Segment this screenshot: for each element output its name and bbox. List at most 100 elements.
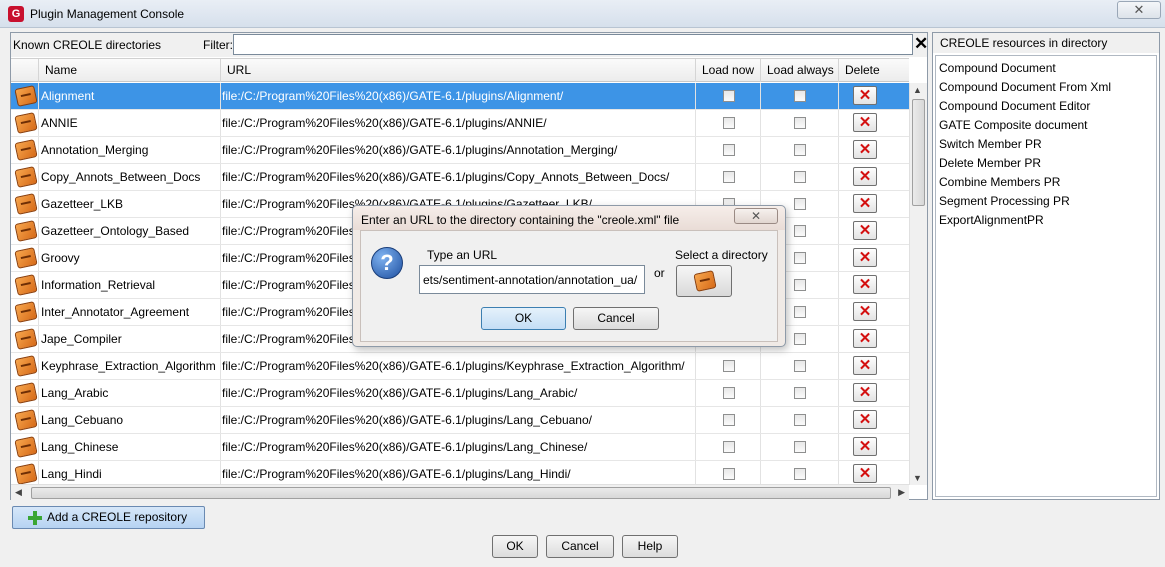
load-always-cell <box>761 461 839 485</box>
delete-plugin-button[interactable]: ✕ <box>853 437 877 456</box>
help-button[interactable]: Help <box>622 535 678 558</box>
plugin-icon <box>14 85 38 107</box>
delete-plugin-button[interactable]: ✕ <box>853 140 877 159</box>
load-always-checkbox[interactable] <box>794 333 806 345</box>
delete-cell: ✕ <box>839 353 909 379</box>
table-row[interactable]: Lang_Hindi file:/C:/Program%20Files%20(x8… <box>11 461 909 485</box>
plugin-name: Jape_Compiler <box>39 326 221 352</box>
table-row[interactable]: Keyphrase_Extraction_Algorithm file:/C:/P… <box>11 353 909 380</box>
load-always-checkbox[interactable] <box>794 441 806 453</box>
load-always-checkbox[interactable] <box>794 279 806 291</box>
load-now-checkbox[interactable] <box>723 117 735 129</box>
column-header-load-always[interactable]: Load always <box>761 59 839 82</box>
load-always-checkbox[interactable] <box>794 198 806 210</box>
delete-plugin-button[interactable]: ✕ <box>853 167 877 186</box>
plugin-url: file:/C:/Program%20Files%20(x86)/GATE-6.… <box>221 110 696 136</box>
plugin-icon <box>14 409 38 431</box>
load-always-cell <box>761 353 839 379</box>
creole-resource-item[interactable]: Segment Processing PR <box>936 192 1156 211</box>
plugin-icon <box>14 436 38 458</box>
column-header-name[interactable]: Name <box>39 59 221 82</box>
plugin-icon <box>14 139 38 161</box>
scroll-left-icon[interactable]: ◀ <box>15 487 22 498</box>
delete-plugin-button[interactable]: ✕ <box>853 248 877 267</box>
load-now-checkbox[interactable] <box>723 171 735 183</box>
delete-plugin-button[interactable]: ✕ <box>853 329 877 348</box>
clear-filter-icon[interactable]: ✕ <box>914 35 928 53</box>
window-title: Plugin Management Console <box>30 7 185 21</box>
load-always-checkbox[interactable] <box>794 468 806 480</box>
delete-plugin-button[interactable]: ✕ <box>853 302 877 321</box>
load-always-cell <box>761 434 839 460</box>
load-always-checkbox[interactable] <box>794 360 806 372</box>
load-always-checkbox[interactable] <box>794 171 806 183</box>
scroll-down-icon[interactable]: ▼ <box>913 473 922 483</box>
load-always-checkbox[interactable] <box>794 387 806 399</box>
horizontal-scroll-thumb[interactable] <box>31 487 891 499</box>
creole-resource-item[interactable]: Delete Member PR <box>936 154 1156 173</box>
plugin-name: Lang_Arabic <box>39 380 221 406</box>
load-always-checkbox[interactable] <box>794 117 806 129</box>
load-always-checkbox[interactable] <box>794 414 806 426</box>
delete-cell: ✕ <box>839 407 909 433</box>
delete-plugin-button[interactable]: ✕ <box>853 221 877 240</box>
window-close-button[interactable]: ✕ <box>1117 1 1161 19</box>
table-row[interactable]: Copy_Annots_Between_Docs file:/C:/Program… <box>11 164 909 191</box>
column-header-url[interactable]: URL <box>221 59 696 82</box>
table-row[interactable]: Lang_Cebuano file:/C:/Program%20Files%20(… <box>11 407 909 434</box>
delete-plugin-button[interactable]: ✕ <box>853 410 877 429</box>
load-now-checkbox[interactable] <box>723 468 735 480</box>
table-row[interactable]: Lang_Arabic file:/C:/Program%20Files%20(x… <box>11 380 909 407</box>
delete-plugin-button[interactable]: ✕ <box>853 113 877 132</box>
filter-row: Known CREOLE directories Filter: ✕ <box>11 33 928 57</box>
delete-plugin-button[interactable]: ✕ <box>853 356 877 375</box>
scroll-right-icon[interactable]: ▶ <box>898 487 905 498</box>
add-creole-repository-button[interactable]: Add a CREOLE repository <box>12 506 205 529</box>
creole-resource-item[interactable]: Combine Members PR <box>936 173 1156 192</box>
load-now-checkbox[interactable] <box>723 441 735 453</box>
load-always-checkbox[interactable] <box>794 252 806 264</box>
load-now-checkbox[interactable] <box>723 144 735 156</box>
scroll-up-icon[interactable]: ▲ <box>913 85 922 95</box>
creole-resource-item[interactable]: GATE Composite document <box>936 116 1156 135</box>
load-always-checkbox[interactable] <box>794 144 806 156</box>
plugin-url: file:/C:/Program%20Files%20(x86)/GATE-6.… <box>221 407 696 433</box>
ok-button[interactable]: OK <box>492 535 538 558</box>
delete-plugin-button[interactable]: ✕ <box>853 194 877 213</box>
creole-resource-item[interactable]: Compound Document From Xml <box>936 78 1156 97</box>
dialog-cancel-button[interactable]: Cancel <box>573 307 659 330</box>
load-now-checkbox[interactable] <box>723 360 735 372</box>
table-row[interactable]: Lang_Chinese file:/C:/Program%20Files%20(… <box>11 434 909 461</box>
horizontal-scrollbar[interactable]: ◀ ▶ <box>11 484 909 500</box>
load-always-checkbox[interactable] <box>794 90 806 102</box>
table-row[interactable]: ANNIE file:/C:/Program%20Files%20(x86)/GA… <box>11 110 909 137</box>
load-now-checkbox[interactable] <box>723 90 735 102</box>
column-header-delete[interactable]: Delete <box>839 59 909 82</box>
dialog-ok-button[interactable]: OK <box>481 307 566 330</box>
load-always-cell <box>761 137 839 163</box>
delete-plugin-button[interactable]: ✕ <box>853 86 877 105</box>
creole-resource-item[interactable]: ExportAlignmentPR <box>936 211 1156 230</box>
table-row[interactable]: Alignment file:/C:/Program%20Files%20(x86… <box>11 83 909 110</box>
load-always-checkbox[interactable] <box>794 306 806 318</box>
cancel-button[interactable]: Cancel <box>546 535 614 558</box>
column-header-icon[interactable] <box>11 59 39 82</box>
load-now-checkbox[interactable] <box>723 414 735 426</box>
delete-plugin-button[interactable]: ✕ <box>853 275 877 294</box>
url-input[interactable] <box>419 265 645 294</box>
plugin-icon-cell <box>11 299 39 325</box>
vertical-scrollbar[interactable]: ▲ ▼ <box>909 83 927 485</box>
column-header-load-now[interactable]: Load now <box>696 59 761 82</box>
creole-resource-item[interactable]: Compound Document <box>936 59 1156 78</box>
delete-plugin-button[interactable]: ✕ <box>853 383 877 402</box>
load-now-checkbox[interactable] <box>723 387 735 399</box>
creole-resource-item[interactable]: Switch Member PR <box>936 135 1156 154</box>
delete-plugin-button[interactable]: ✕ <box>853 464 877 483</box>
select-directory-button[interactable] <box>676 265 732 297</box>
table-row[interactable]: Annotation_Merging file:/C:/Program%20Fil… <box>11 137 909 164</box>
dialog-close-button[interactable]: ✕ <box>734 208 778 224</box>
filter-input[interactable] <box>233 34 913 55</box>
vertical-scroll-thumb[interactable] <box>912 99 925 206</box>
load-always-checkbox[interactable] <box>794 225 806 237</box>
creole-resource-item[interactable]: Compound Document Editor <box>936 97 1156 116</box>
